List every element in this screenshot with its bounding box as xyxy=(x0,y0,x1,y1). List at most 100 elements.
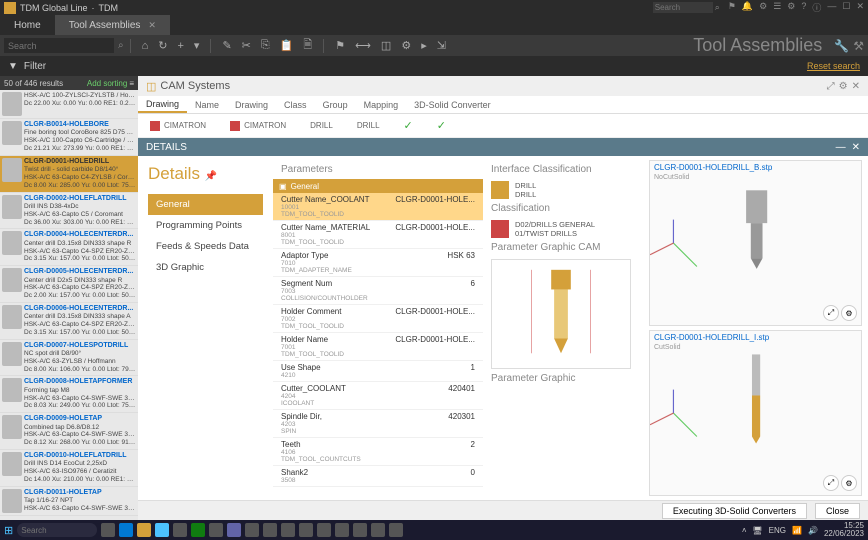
tab-home[interactable]: Home xyxy=(0,15,55,35)
param-row[interactable]: Cutter Name_MATERIAL 8001 TDM_TOOL_TOOLI… xyxy=(273,221,483,249)
sub-tab[interactable]: 3D-Solid Converter xyxy=(406,96,499,113)
gear-icon[interactable]: ⚙ xyxy=(839,81,848,92)
settings-icon[interactable]: ⚙ xyxy=(787,1,795,14)
tray-volume-icon[interactable]: 🔊 xyxy=(808,526,818,535)
result-item[interactable]: CLGR-D0004-HOLECENTERDR... Center drill … xyxy=(0,229,138,266)
param-row[interactable]: Holder Name 7001 TDM_TOOL_TOOLID CLGR-D0… xyxy=(273,333,483,361)
param-row[interactable]: Adaptor Type 7010 TDM_ADAPTER_NAME HSK 6… xyxy=(273,249,483,277)
taskbar-app-icon[interactable] xyxy=(245,523,259,537)
play-icon[interactable]: ▸ xyxy=(421,39,427,52)
link-icon[interactable]: ⚙ xyxy=(759,1,767,14)
tool-icon[interactable]: ⚒ xyxy=(853,39,864,53)
filter-icon[interactable]: ▼ xyxy=(8,61,18,72)
sub-tab[interactable]: Class xyxy=(276,96,315,113)
expand-icon[interactable]: ⤢ xyxy=(827,81,835,92)
minimize-icon[interactable]: — xyxy=(827,1,836,14)
taskbar-app-icon[interactable] xyxy=(137,523,151,537)
sub-tab[interactable]: Drawing xyxy=(138,96,187,113)
tab-close-icon[interactable]: ✕ xyxy=(148,20,156,31)
param-row[interactable]: Spindle Dir, 4203 SPIN 420301 xyxy=(273,410,483,438)
result-item[interactable]: CLGR-D0011-HOLETAP Tap 1/16-27 NPT HSK-A… xyxy=(0,487,138,516)
params-group-header[interactable]: ▣General xyxy=(273,179,483,193)
param-row[interactable]: Cutter_COOLANT 4204 ICOOLANT 420401 xyxy=(273,382,483,410)
sub-tab[interactable]: Mapping xyxy=(356,96,407,113)
user-icon[interactable]: ☰ xyxy=(773,1,781,14)
result-item[interactable]: CLGR-D0010-HOLEFLATDRILL Drill INS D14 E… xyxy=(0,450,138,487)
tray-date[interactable]: 22/06/2023 xyxy=(824,530,864,538)
executing-button[interactable]: Executing 3D-Solid Converters xyxy=(662,503,807,519)
result-item[interactable]: CLGR-D0002-HOLEFLATDRILL Drill INS D38-4… xyxy=(0,193,138,230)
doc-icon[interactable]: 🗎 xyxy=(303,36,312,55)
close-icon[interactable]: ✕ xyxy=(852,142,860,153)
taskbar-app-icon[interactable] xyxy=(155,523,169,537)
add-icon[interactable]: + xyxy=(177,40,183,52)
add-sorting-link[interactable]: Add sorting xyxy=(87,79,127,88)
param-row[interactable]: Segment Num 7003 COLLISION/COUNTHOLDER 6 xyxy=(273,277,483,305)
result-item[interactable]: CLGR-D0008-HOLETAPFORMER Forming tap M8 … xyxy=(0,376,138,413)
box-icon[interactable]: ◫ xyxy=(381,39,391,52)
help-icon[interactable]: ? xyxy=(801,1,806,14)
result-item[interactable]: CLGR-B0014-HOLEBORE Fine boring tool Cor… xyxy=(0,119,138,156)
sub-tab[interactable]: Name xyxy=(187,96,227,113)
tab-tool-assemblies[interactable]: Tool Assemblies ✕ xyxy=(55,15,170,35)
taskbar-search-input[interactable] xyxy=(17,523,97,537)
close-panel-icon[interactable]: ✕ xyxy=(852,81,860,92)
wrench-icon[interactable]: 🔧 xyxy=(834,39,849,53)
taskbar-app-icon[interactable] xyxy=(209,523,223,537)
taskbar-app-icon[interactable] xyxy=(227,523,241,537)
taskbar-app-icon[interactable] xyxy=(299,523,313,537)
taskbar-app-icon[interactable] xyxy=(389,523,403,537)
taskbar-app-icon[interactable] xyxy=(317,523,331,537)
paste-icon[interactable]: 📋 xyxy=(280,39,294,52)
edit-icon[interactable]: ✎ xyxy=(222,39,231,52)
bell-icon[interactable]: 🔔 xyxy=(742,1,753,14)
taskbar-app-icon[interactable] xyxy=(173,523,187,537)
view-expand-icon[interactable]: ⤢ xyxy=(823,305,839,321)
close-button[interactable]: Close xyxy=(815,503,860,519)
tray-monitor-icon[interactable]: 🖥 xyxy=(753,526,763,535)
taskbar-app-icon[interactable] xyxy=(119,523,133,537)
taskbar-app-icon[interactable] xyxy=(263,523,277,537)
param-row[interactable]: Shank2 3508 0 xyxy=(273,466,483,487)
taskbar-app-icon[interactable] xyxy=(101,523,115,537)
result-item[interactable]: HSK-A/C 100-ZYLSCI-ZYLSTB / Hoffm... Dc … xyxy=(0,90,138,119)
title-search-input[interactable] xyxy=(653,2,713,13)
view-expand-icon[interactable]: ⤢ xyxy=(823,475,839,491)
result-item[interactable]: CLGR-D0007-HOLESPOTDRILL NC spot drill D… xyxy=(0,340,138,377)
copy-icon[interactable]: ⎘ xyxy=(261,39,270,52)
taskbar-app-icon[interactable] xyxy=(371,523,385,537)
search-icon[interactable]: ⌕ xyxy=(715,2,720,13)
sort-menu-icon[interactable]: ≡ xyxy=(129,79,134,88)
view-settings-icon[interactable]: ⚙ xyxy=(841,475,857,491)
pin-icon[interactable]: 📌 xyxy=(205,171,217,182)
gear-icon[interactable]: ⚙ xyxy=(401,39,411,52)
dropdown-icon[interactable]: ▾ xyxy=(194,39,200,52)
param-row[interactable]: Teeth 4106 TDM_TOOL_COUNTCUTS 2 xyxy=(273,438,483,466)
close-icon[interactable]: ✕ xyxy=(856,1,864,14)
tray-lang[interactable]: ENG xyxy=(769,526,786,535)
param-row[interactable]: Cutter Name_COOLANT 10001 TDM_TOOL_TOOLI… xyxy=(273,193,483,221)
param-row[interactable]: Use Shape 4210 1 xyxy=(273,361,483,382)
refresh-icon[interactable]: ↻ xyxy=(158,39,167,52)
view-settings-icon[interactable]: ⚙ xyxy=(841,305,857,321)
sub-tab[interactable]: Drawing xyxy=(227,96,276,113)
param-row[interactable]: Holder Comment 7002 TDM_TOOL_TOOLID CLGR… xyxy=(273,305,483,333)
export-icon[interactable]: ⇲ xyxy=(437,39,446,52)
search-icon[interactable]: ⌕ xyxy=(118,40,124,51)
maximize-icon[interactable]: ☐ xyxy=(842,1,850,14)
toolbar-search-input[interactable] xyxy=(4,38,114,53)
sub-tab[interactable]: Group xyxy=(315,96,356,113)
result-item[interactable]: CLGR-D0001-HOLEDRILL Twist drill - solid… xyxy=(0,156,138,193)
measure-icon[interactable]: ⟷ xyxy=(355,39,371,52)
taskbar-app-icon[interactable] xyxy=(281,523,295,537)
view-3d-top[interactable]: CLGR-D0001-HOLEDRILL_B.stp NoCutSolid ⤢ … xyxy=(649,160,862,326)
result-item[interactable]: CLGR-D0005-HOLECENTERDR... Center drill … xyxy=(0,266,138,303)
info-icon[interactable]: ⓘ xyxy=(812,1,821,14)
notification-icon[interactable]: ⚑ xyxy=(728,1,736,14)
result-item[interactable]: CLGR-D0006-HOLECENTERDR... Center drill … xyxy=(0,303,138,340)
home-icon[interactable]: ⌂ xyxy=(142,40,149,52)
detail-nav-item[interactable]: Feeds & Speeds Data xyxy=(148,236,263,257)
tray-chevron-icon[interactable]: ˄ xyxy=(742,526,747,535)
detail-nav-item[interactable]: Programming Points xyxy=(148,215,263,236)
view-3d-bottom[interactable]: CLGR-D0001-HOLEDRILL_I.stp CutSolid ⤢ ⚙ xyxy=(649,330,862,496)
